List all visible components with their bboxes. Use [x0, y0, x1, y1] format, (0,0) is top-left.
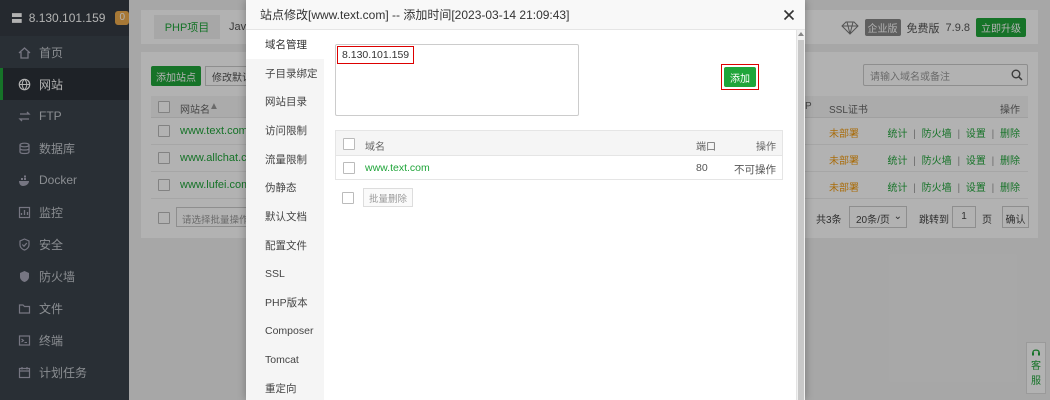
- domain-textarea[interactable]: 8.130.101.159: [335, 44, 579, 116]
- domain-op-status: 不可操作: [734, 164, 776, 176]
- domain-link[interactable]: www.text.com: [365, 162, 430, 174]
- site-edit-modal: 站点修改[www.text.com] -- 添加时间[2023-03-14 21…: [246, 0, 805, 400]
- menu-site-directory[interactable]: 网站目录: [246, 87, 324, 116]
- menu-config-file[interactable]: 配置文件: [246, 231, 324, 260]
- domain-port: 80: [696, 162, 708, 174]
- menu-composer[interactable]: Composer: [246, 317, 324, 346]
- add-button-highlight: 添加: [721, 64, 759, 90]
- menu-default-doc[interactable]: 默认文档: [246, 202, 324, 231]
- close-icon[interactable]: [783, 9, 795, 21]
- domain-input-value: 8.130.101.159: [337, 46, 415, 64]
- modal-side-menu: 域名管理 子目录绑定 网站目录 访问限制 流量限制 伪静态 默认文档 配置文件 …: [246, 30, 324, 400]
- batch-select-checkbox[interactable]: [342, 192, 354, 204]
- modal-scrollbar[interactable]: [796, 30, 805, 400]
- domain-table-header: 域名 端口 操作: [336, 131, 782, 156]
- scrollbar-thumb[interactable]: [798, 40, 804, 400]
- col-domain-ops: 操作: [756, 142, 776, 153]
- batch-delete-button[interactable]: 批量删除: [363, 188, 413, 207]
- domain-select-all-checkbox[interactable]: [343, 138, 355, 150]
- add-domain-button[interactable]: 添加: [724, 67, 756, 87]
- modal-title: 站点修改[www.text.com] -- 添加时间[2023-03-14 21…: [246, 0, 805, 30]
- scroll-up-arrow-icon[interactable]: [798, 32, 804, 36]
- menu-domain-management[interactable]: 域名管理: [246, 30, 324, 59]
- menu-tomcat[interactable]: Tomcat: [246, 346, 324, 375]
- menu-subdir-binding[interactable]: 子目录绑定: [246, 59, 324, 88]
- menu-php-version[interactable]: PHP版本: [246, 288, 324, 317]
- domain-row-checkbox[interactable]: [343, 162, 355, 174]
- table-row: www.text.com 80 不可操作: [336, 156, 782, 180]
- domain-table: 域名 端口 操作 www.text.com 80 不可操作: [335, 130, 783, 180]
- menu-access-limit[interactable]: 访问限制: [246, 116, 324, 145]
- menu-redirect[interactable]: 重定向: [246, 374, 324, 400]
- col-domain: 域名: [365, 142, 385, 153]
- menu-ssl[interactable]: SSL: [246, 260, 324, 289]
- col-port: 端口: [696, 142, 716, 153]
- menu-rewrite[interactable]: 伪静态: [246, 173, 324, 202]
- menu-traffic-limit[interactable]: 流量限制: [246, 145, 324, 174]
